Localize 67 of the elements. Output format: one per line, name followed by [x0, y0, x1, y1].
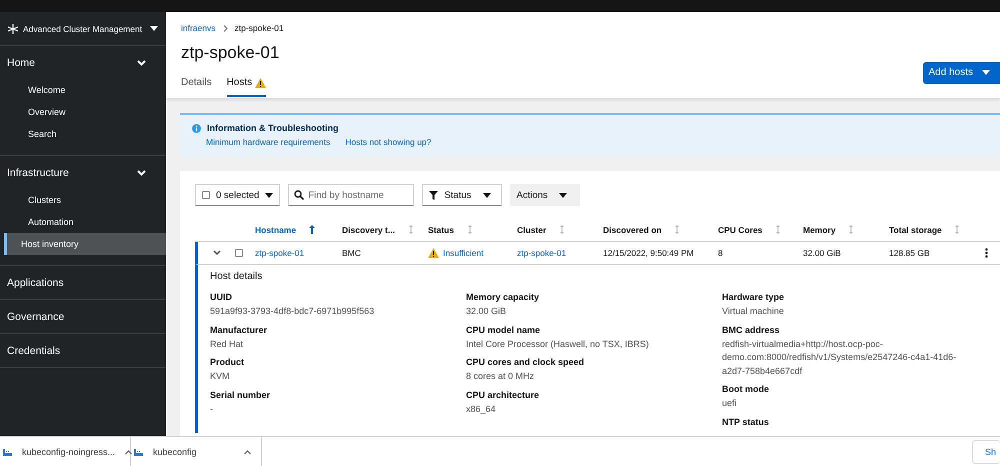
table-cell: 128.85 GB	[889, 248, 930, 258]
nav-item[interactable]: Clusters	[4, 189, 166, 211]
field-value: -	[210, 402, 214, 416]
column-header[interactable]: Total storage	[889, 224, 942, 234]
field-label: CPU cores and clock speed	[466, 357, 586, 367]
field-value: KVM	[210, 370, 231, 383]
field-value: 32.00 GiB	[466, 305, 508, 318]
field-label: Hardware type	[722, 292, 786, 302]
field-value: redfish-virtualmedia+http://host.ocp-poc-demo.com:8000/redfish/v1/Systems/e2547246-c4a1-41d6-a2d7-758b4e667cdf	[722, 338, 958, 378]
bulk-select-dropdown[interactable]: 0 selected	[195, 184, 280, 206]
status-link[interactable]: Insufficient	[443, 248, 484, 258]
alert-link[interactable]: Minimum hardware requirements	[206, 137, 330, 147]
alert-title: Information & Troubleshooting	[207, 123, 338, 133]
nav-group-header[interactable]: Infrastructure	[0, 156, 166, 189]
tab[interactable]: Details	[181, 74, 212, 97]
nav-item[interactable]: Automation	[4, 211, 166, 233]
nav-item[interactable]: Search	[4, 123, 166, 145]
field-value: x86_64	[466, 402, 497, 416]
field-value: 591a9f93-3793-4df8-bdc7-6971b995f563	[210, 305, 376, 318]
nav-group-header[interactable]: Credentials	[0, 334, 166, 367]
nav-group-header[interactable]: Governance	[0, 300, 166, 333]
search-field[interactable]: Find by hostname	[288, 184, 414, 206]
column-header[interactable]: Cluster	[517, 224, 546, 234]
table-cell: 12/15/2022, 9:50:49 PM	[603, 248, 694, 258]
field-value: 8 cores at 0 MHz	[466, 370, 536, 383]
nav-item[interactable]: Welcome	[4, 79, 166, 101]
field-label: Memory capacity	[466, 292, 540, 302]
field-label: Boot mode	[722, 384, 770, 394]
actions-dropdown[interactable]: Actions	[510, 184, 580, 206]
field-label: Product	[210, 357, 246, 367]
field-label: Manufacturer	[210, 324, 268, 334]
alert-link[interactable]: Hosts not showing up?	[345, 137, 432, 147]
download-item[interactable]: kubeconfig-noingress...	[0, 437, 131, 466]
field-label: BMC address	[722, 324, 781, 334]
table-cell: 8	[718, 248, 723, 258]
column-header[interactable]: Discovery t...	[342, 224, 395, 234]
column-header[interactable]: Status	[428, 224, 454, 234]
field-value: Red Hat	[210, 338, 244, 350]
field-value: Intel Core Processor (Haswell, no TSX, IBRS)	[466, 338, 650, 351]
field-label: Serial number	[210, 390, 272, 400]
tab[interactable]: Hosts	[226, 74, 266, 97]
section-title: Host details	[210, 271, 264, 282]
status-filter-dropdown[interactable]: Status	[422, 184, 502, 206]
field-value: uefi	[722, 397, 738, 410]
field-label: NTP status	[722, 416, 770, 426]
host-link[interactable]: ztp-spoke-01	[255, 248, 304, 258]
show-all-button[interactable]: Sh	[972, 440, 1000, 464]
nav-group-header[interactable]: Applications	[0, 266, 166, 299]
table-cell: 32.00 GiB	[803, 248, 841, 258]
table-cell: BMC	[342, 248, 361, 258]
download-item[interactable]: kubeconfig	[131, 437, 262, 466]
nav-group-header[interactable]: Home	[0, 46, 166, 79]
column-header[interactable]: CPU Cores	[718, 224, 762, 234]
field-label: UUID	[210, 292, 233, 302]
field-label: CPU architecture	[466, 390, 540, 400]
cluster-link[interactable]: ztp-spoke-01	[517, 248, 566, 258]
field-label: CPU model name	[466, 324, 542, 334]
nav-item[interactable]: Overview	[4, 101, 166, 123]
column-header[interactable]: Hostname	[255, 224, 296, 234]
breadcrumb-current: ztp-spoke-01	[234, 23, 284, 33]
add-hosts-button[interactable]: Add hosts	[922, 62, 1000, 84]
page-title: ztp-spoke-01	[181, 43, 280, 63]
column-header[interactable]: Memory	[803, 224, 836, 234]
column-header[interactable]: Discovered on	[603, 224, 662, 234]
nav-item[interactable]: Host inventory	[4, 233, 166, 255]
breadcrumb-link[interactable]: infraenvs	[181, 23, 216, 33]
field-value: Virtual machine	[722, 305, 785, 318]
